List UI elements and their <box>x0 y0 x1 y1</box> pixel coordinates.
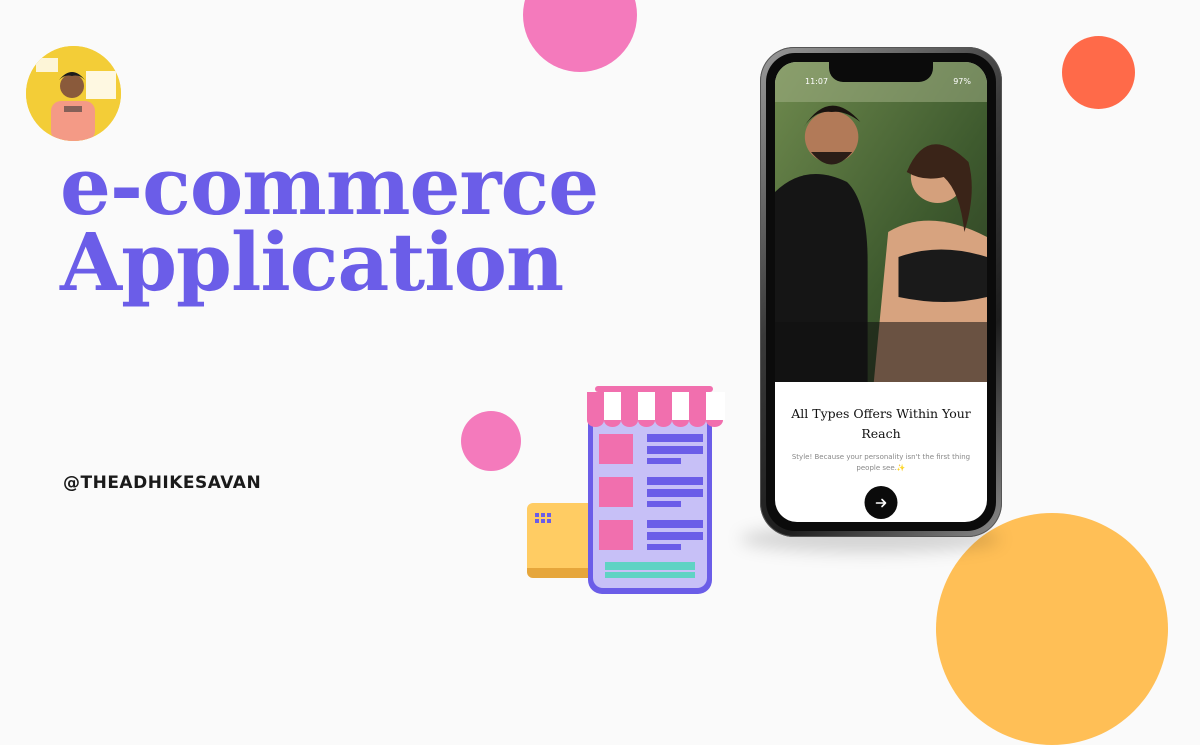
decor-circle-orange <box>1062 36 1135 109</box>
phone-screen: 11:07 97% All Types Offers Within Your R… <box>775 62 987 522</box>
phone-mockup: 11:07 97% All Types Offers Within Your R… <box>760 47 1002 537</box>
card-chip-icon <box>535 513 551 523</box>
next-button[interactable] <box>864 486 898 519</box>
onboarding-subtitle: Style! Because your personality isn't th… <box>791 453 971 472</box>
onboarding-title: All Types Offers Within Your Reach <box>791 406 971 441</box>
status-bar: 11:07 97% <box>775 77 987 89</box>
decor-circle-pink-top <box>523 0 637 72</box>
avatar <box>26 46 121 141</box>
status-battery: 97% <box>953 77 971 86</box>
arrow-right-icon <box>875 498 886 507</box>
hero-photo <box>775 62 987 382</box>
title-line-1: e-commerce <box>60 139 599 233</box>
author-handle: @THEADHIKESAVAN <box>63 473 262 493</box>
status-time: 11:07 <box>805 77 829 86</box>
store-illustration <box>587 386 725 594</box>
page-title: e-commerce Application <box>60 139 599 309</box>
avatar-photo <box>26 46 121 141</box>
awning <box>587 386 725 427</box>
title-line-2: Application <box>60 215 564 309</box>
decor-circle-pink-small <box>461 411 521 471</box>
